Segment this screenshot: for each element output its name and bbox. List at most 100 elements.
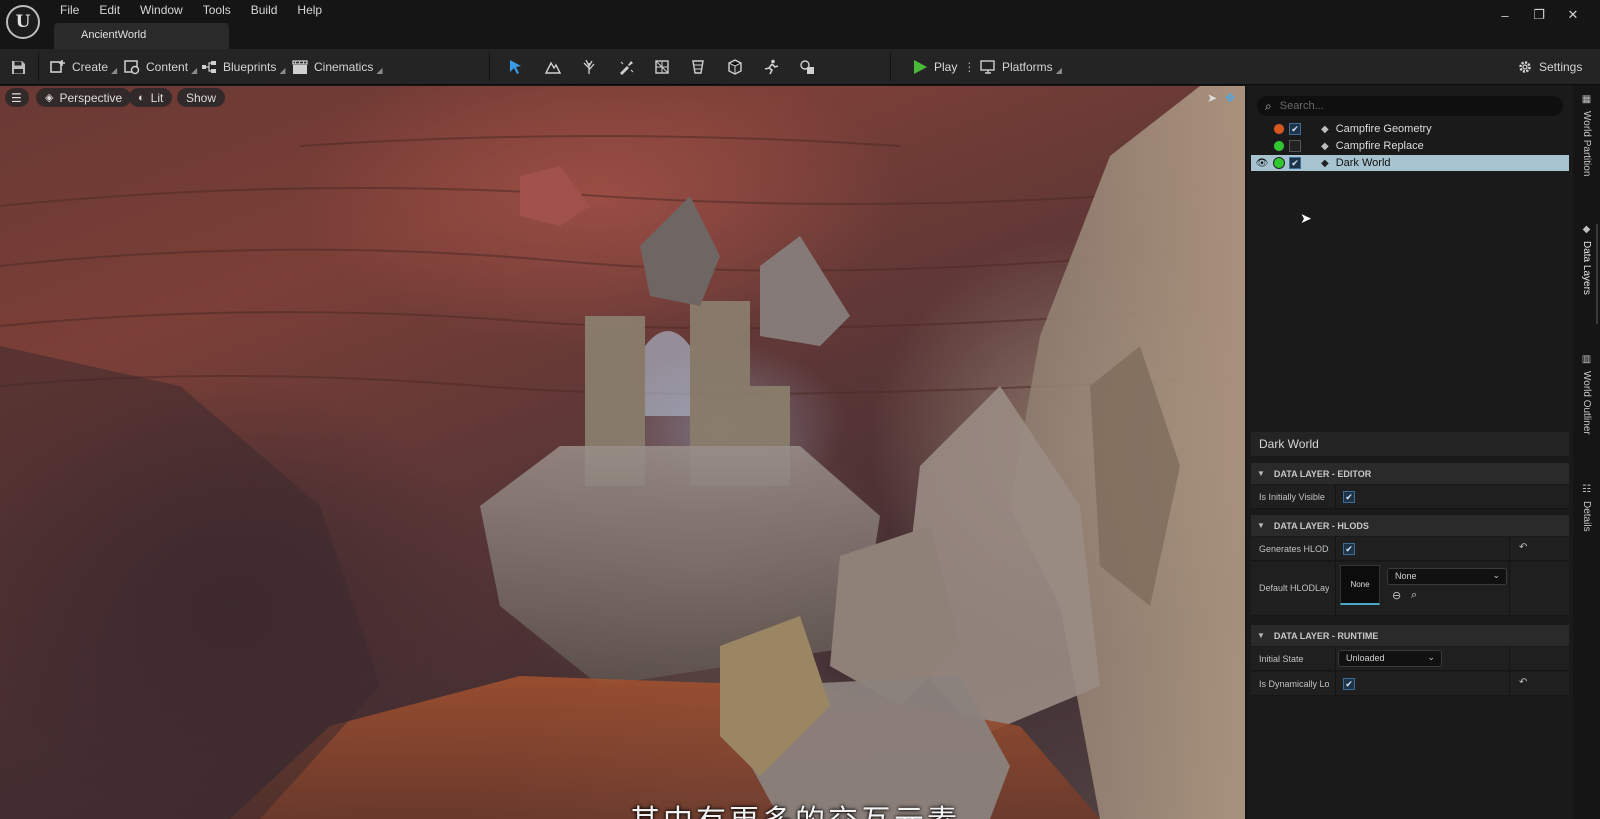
viewport-toolbar: ☰ ◈ Perspective ◐ Lit Show ➤ ✥ xyxy=(0,86,1245,110)
data-layer-row[interactable]: ✔ ◆ Campfire Geometry xyxy=(1251,121,1569,137)
restore-icon[interactable]: ❐ xyxy=(1522,6,1556,24)
prop-label: Is Initially Visible xyxy=(1259,492,1325,502)
platforms-label: Platforms xyxy=(1002,60,1053,74)
translate-icon[interactable]: ✥ xyxy=(1221,89,1239,107)
generates-hlods-checkbox[interactable]: ✔ xyxy=(1343,543,1355,555)
menu-build[interactable]: Build xyxy=(245,2,284,18)
visibility-eye-icon[interactable]: 👁 xyxy=(1255,158,1269,169)
select-cursor-icon[interactable]: ➤ xyxy=(1203,89,1221,107)
content-label: Content xyxy=(146,60,189,74)
blueprints-icon xyxy=(201,59,217,75)
search-input[interactable] xyxy=(1279,100,1550,112)
landscape-mode-icon[interactable] xyxy=(543,57,563,77)
data-layers-panel: ⌕ ✔ ◆ Campfire Geometry ◆ Campfire Repla… xyxy=(1247,86,1573,819)
close-icon[interactable]: ✕ xyxy=(1556,6,1590,24)
tab-world-outliner[interactable]: ▥ World Outliner xyxy=(1573,354,1600,454)
menu-tools[interactable]: Tools xyxy=(197,2,237,18)
prop-default-hlod-layer: Default HLODLayer None None ⌄ ⊖ ⌕ xyxy=(1251,562,1569,616)
section-runtime-label: DATA LAYER - RUNTIME xyxy=(1273,630,1379,641)
initial-state-dropdown[interactable]: Unloaded ⌄ xyxy=(1338,650,1442,667)
modeling-mode-icon[interactable] xyxy=(725,57,745,77)
level-viewport[interactable]: ☰ ◈ Perspective ◐ Lit Show ➤ ✥ 其中有更多的交互元… xyxy=(0,86,1245,819)
search-bar: ⌕ xyxy=(1257,96,1563,116)
cinematics-button[interactable]: Cinematics ◢ xyxy=(292,56,383,78)
show-button[interactable]: Show xyxy=(177,88,226,107)
create-icon xyxy=(50,59,66,75)
tab-world-partition[interactable]: ▦ World Partition xyxy=(1573,94,1600,194)
data-layer-icon: ◆ xyxy=(1321,123,1329,135)
window-controls: – ❐ ✕ xyxy=(1488,6,1590,24)
menu-file[interactable]: File xyxy=(54,2,85,18)
tab-data-layers[interactable]: ◆ Data Layers xyxy=(1573,224,1600,324)
geometry-mode-icon[interactable] xyxy=(797,57,817,77)
video-subtitle: 其中有更多的交互元素 xyxy=(630,796,960,819)
minimize-icon[interactable]: – xyxy=(1488,6,1522,24)
platforms-button[interactable]: Platforms ◢ xyxy=(980,56,1062,78)
brush-edit-mode-icon[interactable] xyxy=(688,57,708,77)
prop-label: Generates HLODs xyxy=(1259,544,1329,554)
section-runtime-header[interactable]: ▼ DATA LAYER - RUNTIME xyxy=(1251,625,1569,646)
status-dot-icon xyxy=(1273,123,1285,135)
data-layer-icon: ◆ xyxy=(1321,140,1329,152)
tab-label: Details xyxy=(1581,501,1592,532)
hlod-layer-thumbnail[interactable]: None xyxy=(1340,565,1380,605)
data-layer-icon: ◆ xyxy=(1321,157,1329,169)
chevron-down-icon: ⌄ xyxy=(1427,652,1435,662)
save-icon xyxy=(10,59,26,75)
perspective-label: Perspective xyxy=(59,90,123,105)
perspective-button[interactable]: ◈ Perspective xyxy=(36,88,132,107)
layer-checkbox[interactable]: ✔ xyxy=(1289,123,1301,135)
create-button[interactable]: Create ◢ xyxy=(50,56,117,78)
browse-search-icon[interactable]: ⌕ xyxy=(1411,589,1417,602)
section-hlods-header[interactable]: ▼ DATA LAYER - HLODS xyxy=(1251,515,1569,536)
layer-checkbox[interactable] xyxy=(1289,140,1301,152)
viewport-transform-controls: ➤ ✥ xyxy=(1203,89,1239,107)
menu-edit[interactable]: Edit xyxy=(93,2,126,18)
world-partition-icon: ▦ xyxy=(1581,94,1592,105)
project-tab[interactable]: AncientWorld xyxy=(54,23,229,49)
use-selected-asset-icon[interactable]: ⊖ xyxy=(1392,589,1401,602)
content-button[interactable]: Content ◢ xyxy=(124,56,197,78)
gear-icon xyxy=(1517,59,1533,75)
cube-icon: ◈ xyxy=(45,92,54,104)
play-options-icon[interactable]: ⋮ xyxy=(963,60,975,74)
main-toolbar: Create ◢ Content ◢ Blueprints ◢ Cinematics ◢ xyxy=(0,49,1600,85)
chevron-down-icon: ▼ xyxy=(1257,469,1265,478)
tab-label: World Partition xyxy=(1581,111,1592,177)
data-layer-row[interactable]: ◆ Campfire Replace xyxy=(1251,138,1569,154)
play-label: Play xyxy=(934,60,958,74)
clapperboard-icon xyxy=(292,59,308,75)
menu-window[interactable]: Window xyxy=(134,2,189,18)
hlod-layer-value: None xyxy=(1395,571,1417,581)
is-dynamically-loaded-checkbox[interactable]: ✔ xyxy=(1343,678,1355,690)
lit-button[interactable]: ◐ Lit xyxy=(129,88,173,107)
foliage-mode-icon[interactable] xyxy=(579,57,599,77)
reset-to-default-icon[interactable]: ↶ xyxy=(1519,677,1527,688)
tab-details[interactable]: ☷ Details xyxy=(1573,484,1600,554)
blueprints-button[interactable]: Blueprints ◢ xyxy=(201,56,286,78)
save-button[interactable] xyxy=(10,56,32,78)
viewport-menu-button[interactable]: ☰ xyxy=(5,88,29,107)
prop-label: Default HLODLayer xyxy=(1259,583,1329,593)
play-icon xyxy=(912,59,928,75)
select-mode-icon[interactable] xyxy=(506,57,526,77)
play-button[interactable]: Play ⋮ xyxy=(912,56,975,78)
mesh-paint-mode-icon[interactable] xyxy=(616,57,636,77)
menu-bar: File Edit Window Tools Build Help xyxy=(54,2,336,18)
initial-state-value: Unloaded xyxy=(1346,653,1385,663)
data-layer-row-selected[interactable]: 👁 ✔ ◆ Dark World xyxy=(1251,155,1569,171)
fracture-mode-icon[interactable] xyxy=(652,57,672,77)
layer-checkbox[interactable]: ✔ xyxy=(1289,157,1301,169)
section-editor-header[interactable]: ▼ DATA LAYER - EDITOR xyxy=(1251,463,1569,484)
status-dot-icon xyxy=(1273,140,1285,152)
settings-button[interactable]: Settings xyxy=(1517,56,1582,78)
is-initially-visible-checkbox[interactable]: ✔ xyxy=(1343,491,1355,503)
animation-mode-icon[interactable] xyxy=(761,57,781,77)
prop-label: Initial State xyxy=(1259,654,1304,664)
menu-help[interactable]: Help xyxy=(291,2,328,18)
status-dot-icon xyxy=(1273,157,1285,169)
reset-to-default-icon[interactable]: ↶ xyxy=(1519,542,1527,553)
platforms-icon xyxy=(980,59,996,75)
hlod-layer-dropdown[interactable]: None ⌄ xyxy=(1387,568,1507,585)
canyon-scene xyxy=(0,86,1245,819)
